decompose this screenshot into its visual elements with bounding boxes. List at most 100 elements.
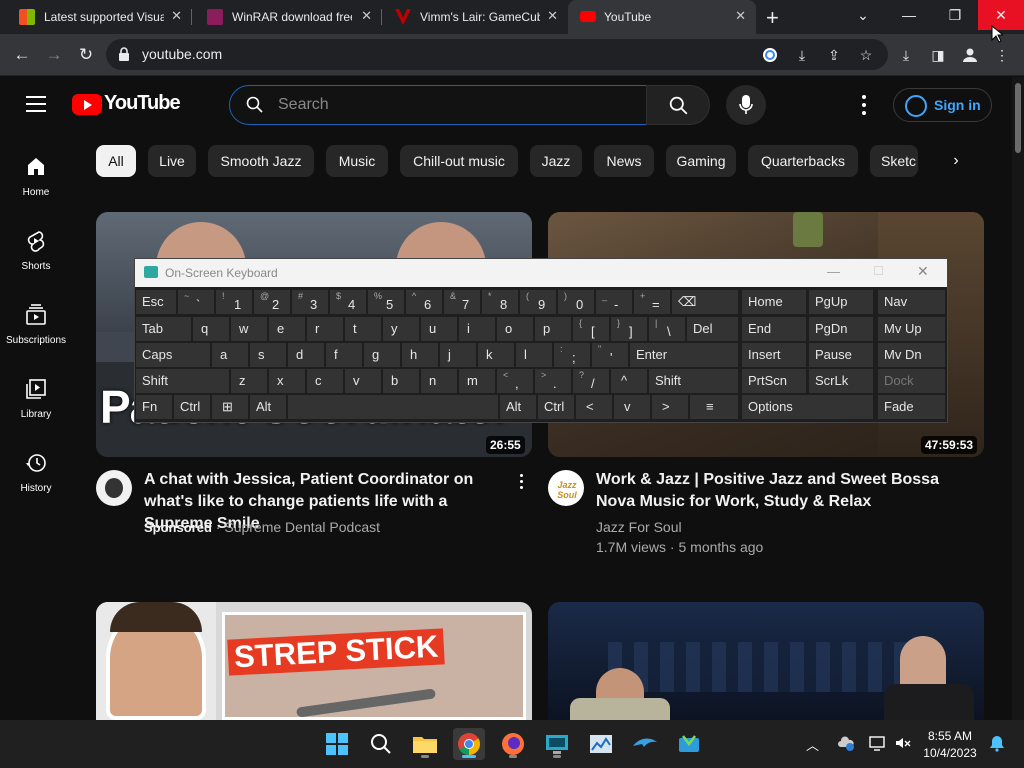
- osk-key[interactable]: y: [383, 317, 419, 341]
- video-menu-icon[interactable]: [519, 474, 525, 492]
- osk-key[interactable]: ^ 6: [406, 290, 442, 314]
- osk-key-pgup[interactable]: PgUp: [809, 290, 873, 314]
- osk-key[interactable]: ! 1: [216, 290, 252, 314]
- bookmark-star-icon[interactable]: ☆: [856, 45, 876, 65]
- osk-key[interactable]: _ -: [596, 290, 632, 314]
- osk-key[interactable]: w: [231, 317, 267, 341]
- taskbar-app[interactable]: [585, 728, 617, 760]
- osk-key[interactable]: o: [497, 317, 533, 341]
- channel-name[interactable]: Supreme Dental Podcast: [224, 519, 380, 535]
- osk-key-options[interactable]: Options: [742, 395, 873, 419]
- osk-key-fn[interactable]: Fn: [136, 395, 172, 419]
- osk-key[interactable]: g: [364, 343, 400, 367]
- osk-key[interactable]: }]: [611, 317, 647, 341]
- chip-live[interactable]: Live: [148, 145, 196, 177]
- osk-key[interactable]: q: [193, 317, 229, 341]
- osk-key-ctrl-left[interactable]: Ctrl: [174, 395, 210, 419]
- downloads-icon[interactable]: ⤓: [896, 45, 916, 65]
- sign-in-button[interactable]: Sign in: [893, 88, 992, 122]
- osk-key[interactable]: n: [421, 369, 457, 393]
- restore-button[interactable]: ❐: [932, 0, 978, 30]
- taskbar-chrome[interactable]: [453, 728, 485, 760]
- osk-close-button[interactable]: ✕: [917, 263, 929, 280]
- taskbar-file-explorer[interactable]: [409, 728, 441, 760]
- osk-key-del[interactable]: Del: [687, 317, 738, 341]
- osk-key[interactable]: i: [459, 317, 495, 341]
- osk-key-menu[interactable]: ≡: [690, 395, 738, 419]
- clock[interactable]: 8:55 AM 10/4/2023: [920, 729, 980, 760]
- profile-icon[interactable]: [960, 45, 980, 65]
- osk-key[interactable]: @2: [254, 290, 290, 314]
- osk-key[interactable]: | \: [649, 317, 685, 341]
- chip-all[interactable]: All: [96, 145, 136, 177]
- osk-key[interactable]: <,: [497, 369, 533, 393]
- chip-chill-out-music[interactable]: Chill-out music: [400, 145, 518, 177]
- osk-key[interactable]: r: [307, 317, 343, 341]
- youtube-logo-icon[interactable]: [72, 94, 102, 115]
- osk-key[interactable]: >.: [535, 369, 571, 393]
- osk-key-home[interactable]: Home: [742, 290, 806, 314]
- page-scrollbar[interactable]: [1012, 77, 1024, 720]
- osk-key[interactable]: (9: [520, 290, 556, 314]
- chip-jazz[interactable]: Jazz: [530, 145, 582, 177]
- tab-search-icon[interactable]: ⌄: [840, 0, 886, 30]
- osk-key-fade[interactable]: Fade: [878, 395, 945, 419]
- channel-name[interactable]: Jazz For Soul: [596, 519, 682, 535]
- osk-key-left[interactable]: <: [576, 395, 612, 419]
- osk-key-right[interactable]: >: [652, 395, 688, 419]
- osk-key-end[interactable]: End: [742, 317, 806, 341]
- osk-key[interactable]: #3: [292, 290, 328, 314]
- voice-search-button[interactable]: [726, 85, 766, 125]
- osk-key[interactable]: % 5: [368, 290, 404, 314]
- search-input[interactable]: [278, 94, 618, 116]
- sidebar-item-subscriptions[interactable]: Subscriptions: [0, 303, 72, 377]
- search-box[interactable]: [229, 85, 647, 125]
- reload-button[interactable]: ↻: [73, 42, 99, 68]
- osk-maximize-button[interactable]: ☐: [873, 264, 884, 278]
- osk-key[interactable]: {[: [573, 317, 609, 341]
- osk-key[interactable]: e: [269, 317, 305, 341]
- osk-key[interactable]: x: [269, 369, 305, 393]
- osk-key-esc[interactable]: Esc: [136, 290, 176, 314]
- forward-button[interactable]: →: [41, 42, 67, 68]
- chip-news[interactable]: News: [594, 145, 654, 177]
- osk-key-windows[interactable]: ⊞: [212, 395, 248, 419]
- osk-key[interactable]: a: [212, 343, 248, 367]
- sidebar-item-home[interactable]: Home: [0, 155, 72, 229]
- osk-key-shift-right[interactable]: Shift: [649, 369, 738, 393]
- close-tab-icon[interactable]: ✕: [171, 8, 182, 24]
- taskbar-app[interactable]: [629, 728, 661, 760]
- osk-key[interactable]: m: [459, 369, 495, 393]
- browser-tab[interactable]: Vimm's Lair: GameCube ✕: [376, 0, 568, 34]
- taskbar-app[interactable]: [541, 728, 573, 760]
- osk-key-dock[interactable]: Dock: [878, 369, 945, 393]
- osk-key-down[interactable]: v: [614, 395, 650, 419]
- chip-quarterbacks[interactable]: Quarterbacks: [748, 145, 858, 177]
- osk-key[interactable]: ~ `: [178, 290, 214, 314]
- share-icon[interactable]: ⇪: [824, 45, 844, 65]
- osk-key[interactable]: h: [402, 343, 438, 367]
- google-lens-icon[interactable]: [760, 45, 780, 65]
- taskbar-app[interactable]: [673, 728, 705, 760]
- osk-key-mv-up[interactable]: Mv Up: [878, 317, 945, 341]
- chrome-menu-icon[interactable]: ⋮: [992, 45, 1012, 65]
- volume-muted-icon[interactable]: [894, 734, 912, 755]
- osk-key[interactable]: ) 0: [558, 290, 594, 314]
- channel-avatar[interactable]: Jazz Soul: [548, 470, 584, 506]
- minimize-button[interactable]: —: [886, 0, 932, 30]
- side-panel-icon[interactable]: ◨: [928, 45, 948, 65]
- search-button[interactable]: [646, 85, 710, 125]
- taskbar-search-button[interactable]: [365, 728, 397, 760]
- osk-key[interactable]: * 8: [482, 290, 518, 314]
- video-thumbnail[interactable]: [548, 602, 984, 720]
- osk-title-bar[interactable]: On-Screen Keyboard — ☐ ✕: [135, 259, 947, 287]
- osk-key-insert[interactable]: Insert: [742, 343, 806, 367]
- osk-key-enter[interactable]: Enter: [630, 343, 738, 367]
- new-tab-button[interactable]: +: [766, 5, 779, 31]
- taskbar-firefox[interactable]: [497, 728, 529, 760]
- osk-key-backspace[interactable]: ⌫: [672, 290, 738, 314]
- osk-key[interactable]: b: [383, 369, 419, 393]
- network-icon[interactable]: [868, 734, 886, 755]
- osk-key[interactable]: s: [250, 343, 286, 367]
- sidebar-item-history[interactable]: History: [0, 451, 72, 525]
